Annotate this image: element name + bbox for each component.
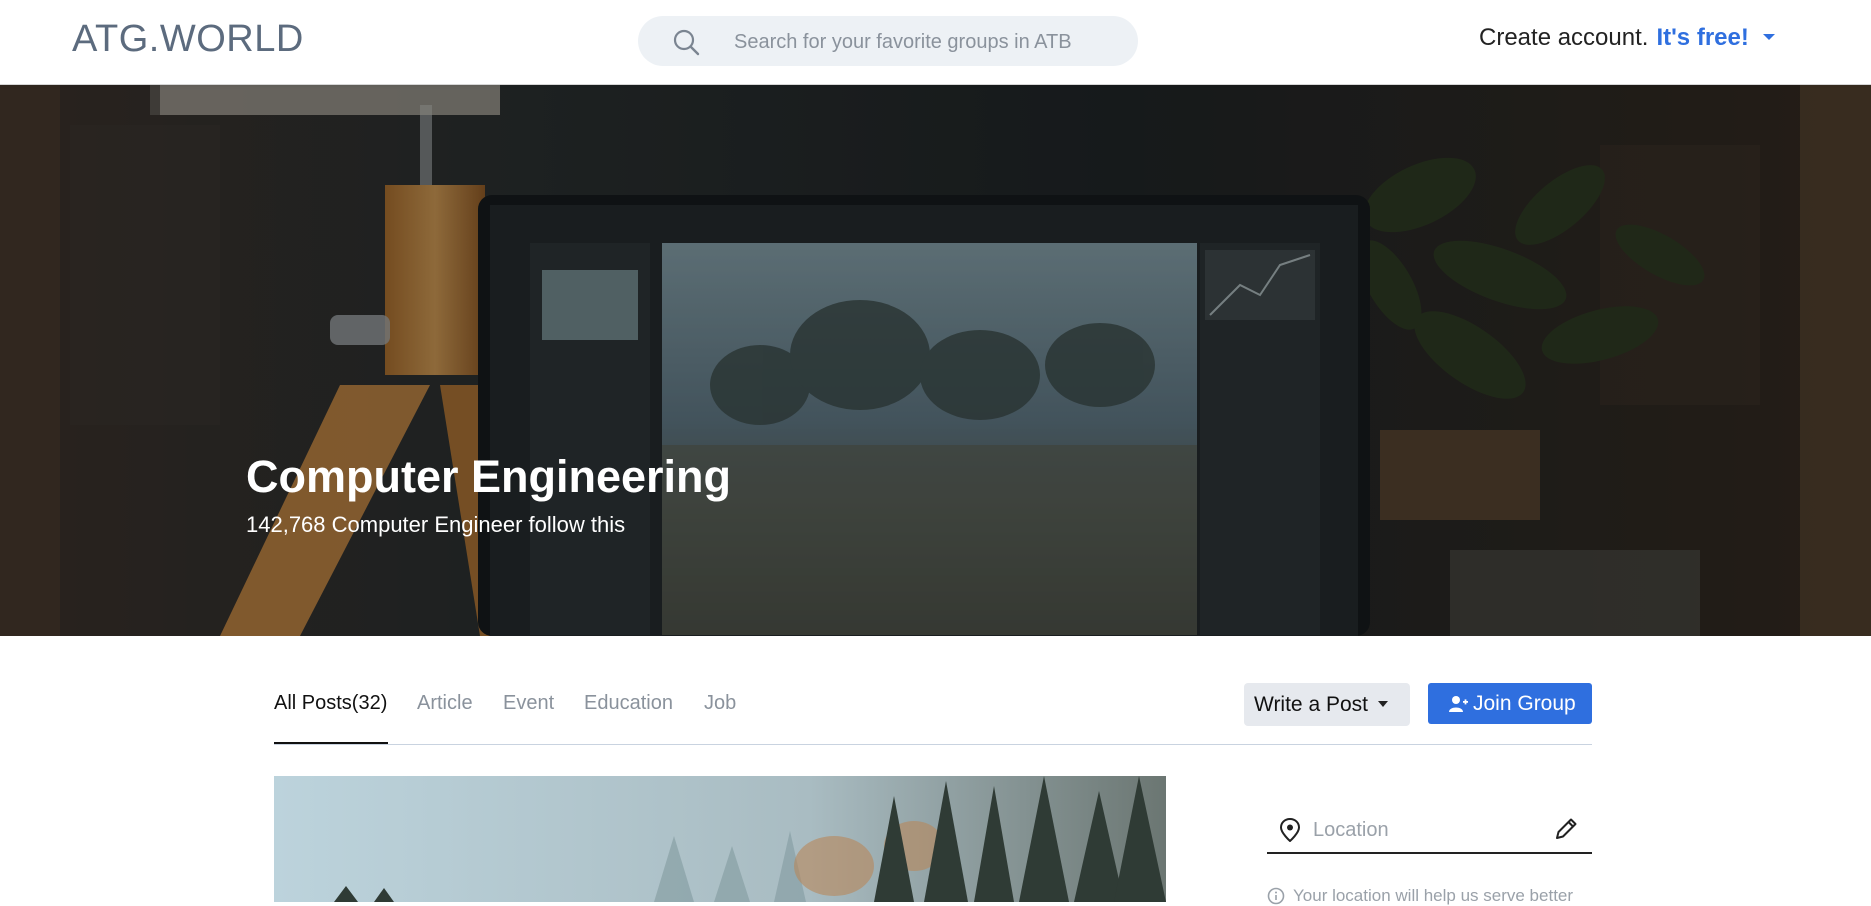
location-pin-icon — [1279, 818, 1301, 842]
write-post-button[interactable]: Write a Post — [1244, 683, 1410, 726]
group-title: Computer Engineering — [246, 451, 732, 502]
its-free-label: It's free! — [1656, 24, 1749, 51]
tab-event[interactable]: Event — [503, 692, 554, 715]
location-input[interactable] — [1311, 810, 1545, 850]
search-input[interactable] — [732, 16, 1126, 68]
follower-count: 142,768 Computer Engineer follow this — [246, 512, 626, 537]
top-navbar: ATG.WORLD Create account. It's free! — [0, 0, 1871, 85]
tab-article[interactable]: Article — [417, 692, 473, 715]
search-icon — [673, 29, 700, 56]
logo[interactable]: ATG.WORLD — [72, 18, 304, 61]
create-account-menu[interactable]: Create account. It's free! — [1479, 24, 1775, 52]
tab-job[interactable]: Job — [704, 692, 736, 715]
active-tab-indicator — [274, 742, 388, 744]
create-account-label: Create account. — [1479, 24, 1649, 51]
forest-image — [274, 776, 1166, 902]
search-bar[interactable] — [638, 16, 1138, 68]
join-group-label: Join Group — [1473, 692, 1576, 715]
post-cover-image[interactable] — [274, 776, 1166, 902]
chevron-down-icon — [1762, 33, 1775, 40]
location-hint: Your location will help us serve better — [1267, 886, 1573, 906]
hero-banner: Computer Engineering 142,768 Computer En… — [0, 85, 1871, 636]
chevron-down-icon — [1378, 701, 1388, 707]
location-field[interactable] — [1267, 810, 1592, 854]
tab-education[interactable]: Education — [584, 692, 673, 715]
hero-overlay — [0, 85, 1871, 636]
tab-all-posts[interactable]: All Posts(32) — [274, 692, 387, 715]
write-post-label: Write a Post — [1254, 693, 1368, 716]
location-hint-text: Your location will help us serve better — [1293, 886, 1574, 905]
add-user-icon — [1449, 696, 1468, 712]
pencil-icon[interactable] — [1553, 816, 1579, 842]
join-group-button[interactable]: Join Group — [1428, 683, 1592, 724]
